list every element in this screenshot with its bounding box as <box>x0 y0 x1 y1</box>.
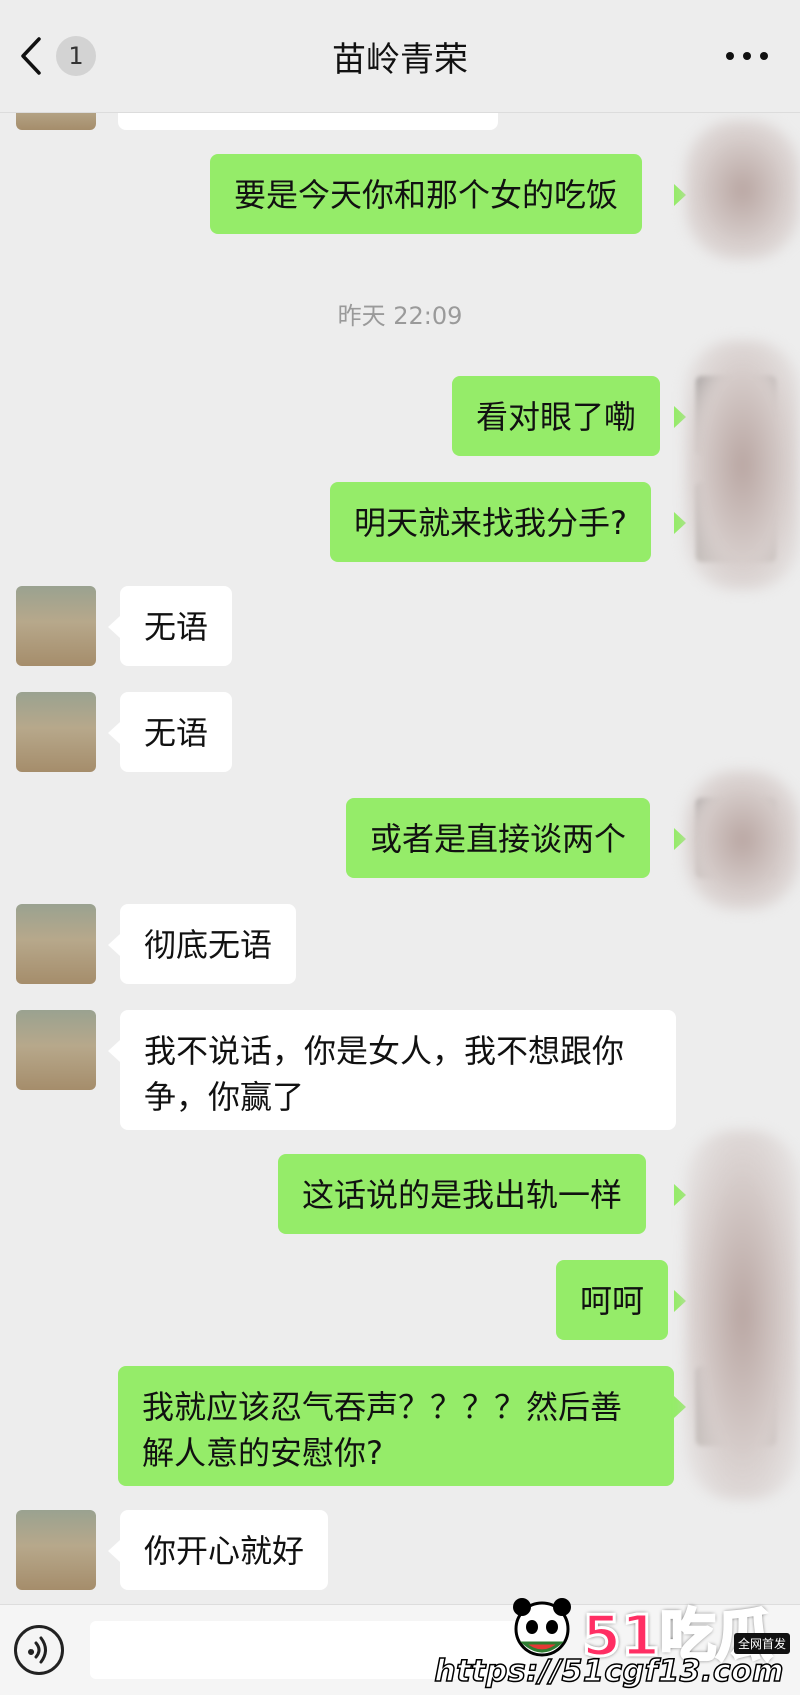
bubble-tail <box>108 1540 120 1562</box>
blurred-avatar <box>685 340 800 590</box>
message-bubble-received: 无语 <box>120 692 233 772</box>
message-line: 我就应该忍气吞声？？？？然后善 <box>142 1388 623 1426</box>
watermark-url: https://51cgf13.com <box>434 1653 785 1690</box>
voice-input-icon <box>28 1636 47 1664</box>
message-bubble-received: 我不说话，你是女人，我不想跟你 争，你赢了 <box>120 1010 676 1130</box>
contact-avatar[interactable] <box>16 904 96 984</box>
blurred-avatar <box>685 770 800 910</box>
message-bubble-sent: 呵呵 <box>556 1260 669 1340</box>
contact-avatar[interactable] <box>16 586 96 666</box>
message-line: 争，你赢了 <box>144 1078 305 1116</box>
bubble-tail <box>108 722 120 744</box>
message-line: 解人意的安慰你? <box>142 1434 383 1472</box>
message-bubble-received: 彻底无语 <box>120 904 297 984</box>
message-bubble-sent: 明天就来找我分手? <box>330 482 651 562</box>
watermark-tag: 全网首发 <box>733 1633 790 1654</box>
message-bubble-sent: 我就应该忍气吞声？？？？然后善 解人意的安慰你? <box>118 1366 674 1486</box>
bubble-tail <box>108 616 120 638</box>
watermark: 51吃瓜 全网首发 https://51cgf13.com <box>434 1589 792 1690</box>
more-options-button[interactable] <box>722 44 772 68</box>
blurred-avatar <box>685 1130 800 1500</box>
more-dots-icon <box>726 52 768 60</box>
message-bubble-received: 无语 <box>120 586 233 666</box>
voice-input-button[interactable] <box>14 1625 64 1675</box>
message-bubble-sent: 这话说的是我出轨一样 <box>278 1154 647 1234</box>
message-bubble-received: 你开心就好 <box>120 1510 329 1590</box>
chat-timestamp: 昨天 22:09 <box>337 302 463 330</box>
contact-avatar[interactable] <box>16 1510 96 1590</box>
bubble-tail <box>108 934 120 956</box>
contact-avatar[interactable] <box>16 692 96 772</box>
chat-title: 苗岭青荣 <box>332 40 468 80</box>
contact-avatar[interactable] <box>16 1010 96 1090</box>
navigation-bar: 1 苗岭青荣 <box>0 0 800 113</box>
message-bubble-sent: 要是今天你和那个女的吃饭 <box>210 154 643 234</box>
chat-area: 要是今天你和那个女的吃饭 昨天 22:09 看对眼了嘞 明天就来找我分手? 无语… <box>0 0 800 1695</box>
panda-logo-icon <box>513 1598 571 1657</box>
message-line: 我不说话，你是女人，我不想跟你 <box>144 1032 625 1070</box>
message-bubble-sent: 看对眼了嘞 <box>452 376 661 456</box>
blurred-avatar <box>685 120 800 260</box>
bubble-tail <box>108 1040 120 1062</box>
message-bubble-sent: 或者是直接谈两个 <box>346 798 651 878</box>
